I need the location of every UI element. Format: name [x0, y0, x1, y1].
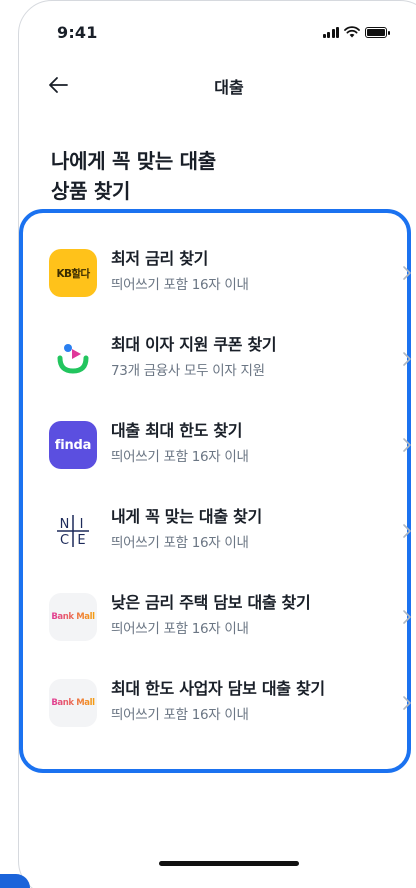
item-title: 최대 이자 지원 쿠폰 찾기	[111, 335, 277, 354]
nav-bar: 대출	[19, 61, 416, 109]
list-item-interest-coupon[interactable]: 최대 이자 지원 쿠폰 찾기 73개 금융사 모두 이자 지원	[49, 327, 411, 397]
kb-logo: KB할다	[49, 249, 97, 297]
item-subtitle: 띄어쓰기 포함 16자 이내	[111, 535, 249, 551]
item-title: 대출 최대 한도 찾기	[111, 421, 243, 440]
list-item-matched-loan[interactable]: N I C E 내게 꼭 맞는 대출 찾기 띄어쓰기 포함 16자 이내	[49, 499, 411, 569]
list-item-max-limit[interactable]: finda 대출 최대 한도 찾기 띄어쓰기 포함 16자 이내	[49, 413, 411, 483]
signal-icon	[322, 26, 339, 38]
svg-text:C: C	[60, 533, 69, 548]
chevron-right-icon	[403, 266, 411, 280]
list-item-business-mortgage[interactable]: Bank Mall 최대 한도 사업자 담보 대출 찾기 띄어쓰기 포함 16자…	[49, 671, 411, 741]
wifi-icon	[344, 26, 360, 38]
phone-screen: 9:41 대출 나에게 꼭 맞는 대출 상품 찾기 KB할다 최저 금리 찾기 …	[18, 0, 416, 888]
chevron-right-icon	[403, 352, 411, 366]
smile-play-icon	[57, 344, 89, 374]
coupon-app-logo	[49, 335, 97, 383]
list-item-home-mortgage[interactable]: Bank Mall 낮은 금리 주택 담보 대출 찾기 띄어쓰기 포함 16자 …	[49, 585, 411, 655]
status-time: 9:41	[57, 23, 98, 42]
finda-logo: finda	[49, 421, 97, 469]
home-indicator	[159, 861, 299, 866]
item-subtitle: 73개 금융사 모두 이자 지원	[111, 363, 265, 379]
bankmall-logo-text: Bank Mall	[51, 612, 95, 622]
nav-title: 대출	[214, 78, 244, 97]
page-heading: 나에게 꼭 맞는 대출 상품 찾기	[51, 146, 216, 206]
item-title: 최대 한도 사업자 담보 대출 찾기	[111, 679, 325, 698]
bankmall-logo-text: Bank Mall	[51, 698, 95, 708]
bankmall-logo: Bank Mall	[49, 593, 97, 641]
item-title: 내게 꼭 맞는 대출 찾기	[111, 507, 262, 526]
chevron-right-icon	[403, 696, 411, 710]
svg-text:N: N	[60, 517, 70, 532]
item-title: 최저 금리 찾기	[111, 249, 209, 268]
item-subtitle: 띄어쓰기 포함 16자 이내	[111, 707, 249, 723]
chevron-right-icon	[403, 524, 411, 538]
status-icons	[322, 26, 390, 38]
nice-logo: N I C E	[49, 507, 97, 555]
item-subtitle: 띄어쓰기 포함 16자 이내	[111, 449, 249, 465]
nice-logo-mark: N I C E	[57, 515, 89, 548]
list-item-lowest-rate[interactable]: KB할다 최저 금리 찾기 띄어쓰기 포함 16자 이내	[49, 241, 411, 311]
battery-icon	[365, 26, 390, 38]
heading-line-2: 상품 찾기	[51, 179, 131, 203]
chevron-right-icon	[403, 438, 411, 452]
bankmall-logo: Bank Mall	[49, 679, 97, 727]
item-title: 낮은 금리 주택 담보 대출 찾기	[111, 593, 311, 612]
heading-line-1: 나에게 꼭 맞는 대출	[51, 149, 216, 173]
svg-text:E: E	[77, 533, 85, 548]
chevron-right-icon	[403, 610, 411, 624]
svg-text:I: I	[80, 517, 84, 532]
item-subtitle: 띄어쓰기 포함 16자 이내	[111, 277, 249, 293]
item-subtitle: 띄어쓰기 포함 16자 이내	[111, 621, 249, 637]
status-bar: 9:41	[19, 1, 416, 61]
